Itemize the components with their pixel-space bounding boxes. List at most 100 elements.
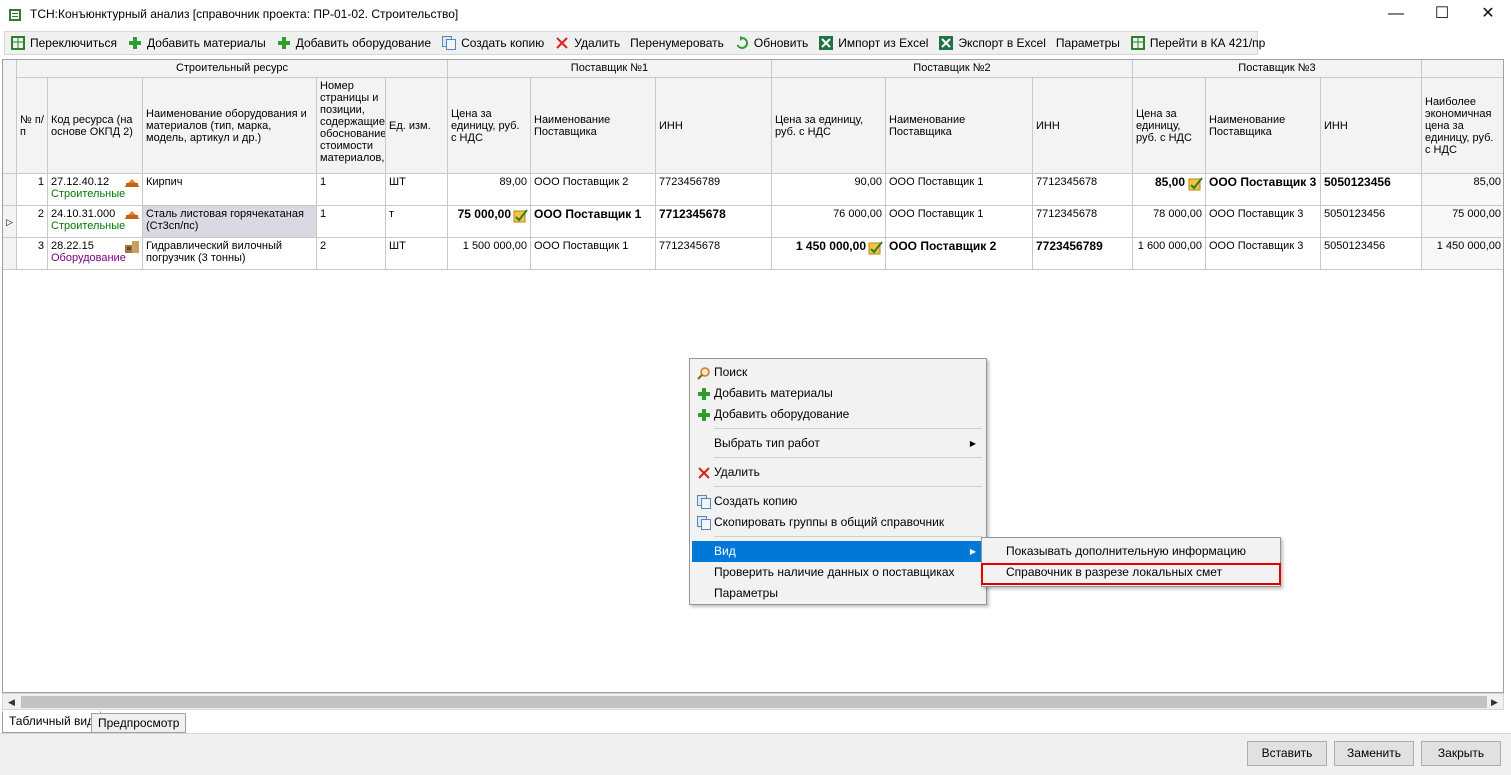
col-s1-price-header[interactable]: Цена за единицу, руб. с НДС [448, 78, 531, 174]
menu-item-view[interactable]: Вид ▶ [692, 541, 984, 562]
table-cell-s1-price[interactable]: 1 500 000,00 [448, 238, 531, 270]
table-cell-name[interactable]: Гидравлический вилочный погрузчик (3 тон… [143, 238, 317, 270]
table-cell-best[interactable]: 1 450 000,00 [1422, 238, 1503, 270]
table-cell-unit[interactable]: ШТ [386, 238, 448, 270]
menu-item-copy-groups[interactable]: Скопировать группы в общий справочник [692, 512, 984, 533]
scroll-right-icon[interactable]: ▶ [1487, 695, 1502, 709]
table-cell-s1-name[interactable]: ООО Поставщик 1 [531, 206, 656, 238]
add-materials-button[interactable]: Добавить материалы [122, 32, 271, 54]
col-code-header[interactable]: Код ресурса (на основе ОКПД 2) [48, 78, 143, 174]
table-cell-code[interactable]: 27.12.40.12 Строительные [48, 174, 143, 206]
menu-item-search[interactable]: Поиск [692, 362, 984, 383]
table-cell-s2-price[interactable]: 76 000,00 [772, 206, 886, 238]
close-window-button[interactable]: ✕ [1465, 0, 1511, 30]
row-indicator[interactable] [3, 174, 17, 206]
table-cell-unit[interactable]: ШТ [386, 174, 448, 206]
table-cell-s3-price[interactable]: 85,00 [1133, 174, 1206, 206]
col-name-header[interactable]: Наименование оборудования и материалов (… [143, 78, 317, 174]
horizontal-scrollbar[interactable]: ◀ ▶ [2, 693, 1504, 710]
col-s2-name-header[interactable]: Наименование Поставщика [886, 78, 1033, 174]
table-cell-s2-price[interactable]: 1 450 000,00 [772, 238, 886, 270]
col-unit-header[interactable]: Ед. изм. [386, 78, 448, 174]
table-cell-num[interactable]: 3 [17, 238, 48, 270]
table-cell-page[interactable]: 1 [317, 174, 386, 206]
menu-item-parameters[interactable]: Параметры [692, 583, 984, 604]
table-cell-s1-name[interactable]: ООО Поставщик 1 [531, 238, 656, 270]
table-cell-s3-price[interactable]: 78 000,00 [1133, 206, 1206, 238]
renumber-button[interactable]: Перенумеровать [625, 32, 729, 54]
minimize-button[interactable]: — [1373, 0, 1419, 30]
menu-item-check-suppliers[interactable]: Проверить наличие данных о поставщиках [692, 562, 984, 583]
menu-item-select-work-type[interactable]: Выбрать тип работ ▶ [692, 433, 984, 454]
table-cell-s2-inn[interactable]: 7712345678 [1033, 206, 1133, 238]
table-cell-unit[interactable]: т [386, 206, 448, 238]
table-cell-num[interactable]: 1 [17, 174, 48, 206]
col-best-header[interactable]: Наиболее экономичная цена за единицу, ру… [1422, 78, 1503, 174]
export-excel-button[interactable]: Экспорт в Excel [933, 32, 1050, 54]
table-cell-s1-inn[interactable]: 7723456789 [656, 174, 772, 206]
table-cell-s2-inn[interactable]: 7723456789 [1033, 238, 1133, 270]
table-cell-s2-price[interactable]: 90,00 [772, 174, 886, 206]
table-cell-s3-inn[interactable]: 5050123456 [1321, 238, 1422, 270]
menu-item-add-equipment[interactable]: Добавить оборудование [692, 404, 984, 425]
scrollbar-thumb[interactable] [21, 696, 1487, 708]
table-cell-name[interactable]: Кирпич [143, 174, 317, 206]
goto-ka-button[interactable]: Перейти в КА 421/пр [1125, 32, 1270, 54]
submenu-arrow-icon: ▶ [969, 547, 976, 556]
col-num-header[interactable]: № п/п [17, 78, 48, 174]
table-cell-s2-name[interactable]: ООО Поставщик 1 [886, 174, 1033, 206]
table-cell-name[interactable]: Сталь листовая горячекатаная (Ст3сп/пс) [143, 206, 317, 238]
table-cell-page[interactable]: 2 [317, 238, 386, 270]
insert-button[interactable]: Вставить [1247, 741, 1327, 766]
col-s1-name-header[interactable]: Наименование Поставщика [531, 78, 656, 174]
add-equipment-button[interactable]: Добавить оборудование [271, 32, 436, 54]
table-cell-s2-inn[interactable]: 7712345678 [1033, 174, 1133, 206]
table-cell-s3-inn[interactable]: 5050123456 [1321, 174, 1422, 206]
switch-button[interactable]: Переключиться [5, 32, 122, 54]
col-s2-price-header[interactable]: Цена за единицу, руб. с НДС [772, 78, 886, 174]
table-cell-best[interactable]: 75 000,00 [1422, 206, 1503, 238]
table-cell-s1-price[interactable]: 89,00 [448, 174, 531, 206]
row-indicator[interactable] [3, 238, 17, 270]
parameters-button[interactable]: Параметры [1051, 32, 1125, 54]
submenu-arrow-icon: ▶ [969, 439, 976, 448]
table-cell-s1-price[interactable]: 75 000,00 [448, 206, 531, 238]
import-excel-button[interactable]: Импорт из Excel [813, 32, 933, 54]
col-s1-inn-header[interactable]: ИНН [656, 78, 772, 174]
scroll-left-icon[interactable]: ◀ [4, 695, 19, 709]
table-cell-s3-name[interactable]: ООО Поставщик 3 [1206, 238, 1321, 270]
table-cell-code[interactable]: 24.10.31.000 Строительные [48, 206, 143, 238]
table-cell-s3-name[interactable]: ООО Поставщик 3 [1206, 174, 1321, 206]
menu-item-add-materials[interactable]: Добавить материалы [692, 383, 984, 404]
tab-preview[interactable]: Предпросмотр [91, 713, 187, 733]
table-cell-s2-name[interactable]: ООО Поставщик 1 [886, 206, 1033, 238]
row-indicator[interactable]: ▷ [3, 206, 17, 238]
table-cell-page[interactable]: 1 [317, 206, 386, 238]
copy-icon [441, 35, 457, 51]
maximize-button[interactable]: ☐ [1419, 0, 1465, 30]
table-cell-s1-name[interactable]: ООО Поставщик 2 [531, 174, 656, 206]
delete-button[interactable]: Удалить [549, 32, 625, 54]
close-button[interactable]: Закрыть [1421, 741, 1501, 766]
tab-table-view[interactable]: Табличный вид [2, 711, 102, 733]
col-page-header[interactable]: Номер страницы и позиции, содержащие обо… [317, 78, 386, 174]
menu-item-create-copy[interactable]: Создать копию [692, 491, 984, 512]
col-s3-price-header[interactable]: Цена за единицу, руб. с НДС [1133, 78, 1206, 174]
refresh-button[interactable]: Обновить [729, 32, 813, 54]
col-s3-name-header[interactable]: Наименование Поставщика [1206, 78, 1321, 174]
submenu-item-show-extra-info[interactable]: Показывать дополнительную информацию [984, 541, 1278, 562]
table-cell-s3-inn[interactable]: 5050123456 [1321, 206, 1422, 238]
col-s2-inn-header[interactable]: ИНН [1033, 78, 1133, 174]
table-cell-s2-name[interactable]: ООО Поставщик 2 [886, 238, 1033, 270]
table-cell-s1-inn[interactable]: 7712345678 [656, 238, 772, 270]
table-cell-code[interactable]: 28.22.15 Оборудование [48, 238, 143, 270]
table-cell-s3-price[interactable]: 1 600 000,00 [1133, 238, 1206, 270]
replace-button[interactable]: Заменить [1334, 741, 1414, 766]
menu-item-delete[interactable]: Удалить [692, 462, 984, 483]
table-cell-num[interactable]: 2 [17, 206, 48, 238]
table-cell-s1-inn[interactable]: 7712345678 [656, 206, 772, 238]
table-cell-s3-name[interactable]: ООО Поставщик 3 [1206, 206, 1321, 238]
table-cell-best[interactable]: 85,00 [1422, 174, 1503, 206]
col-s3-inn-header[interactable]: ИНН [1321, 78, 1422, 174]
create-copy-button[interactable]: Создать копию [436, 32, 549, 54]
